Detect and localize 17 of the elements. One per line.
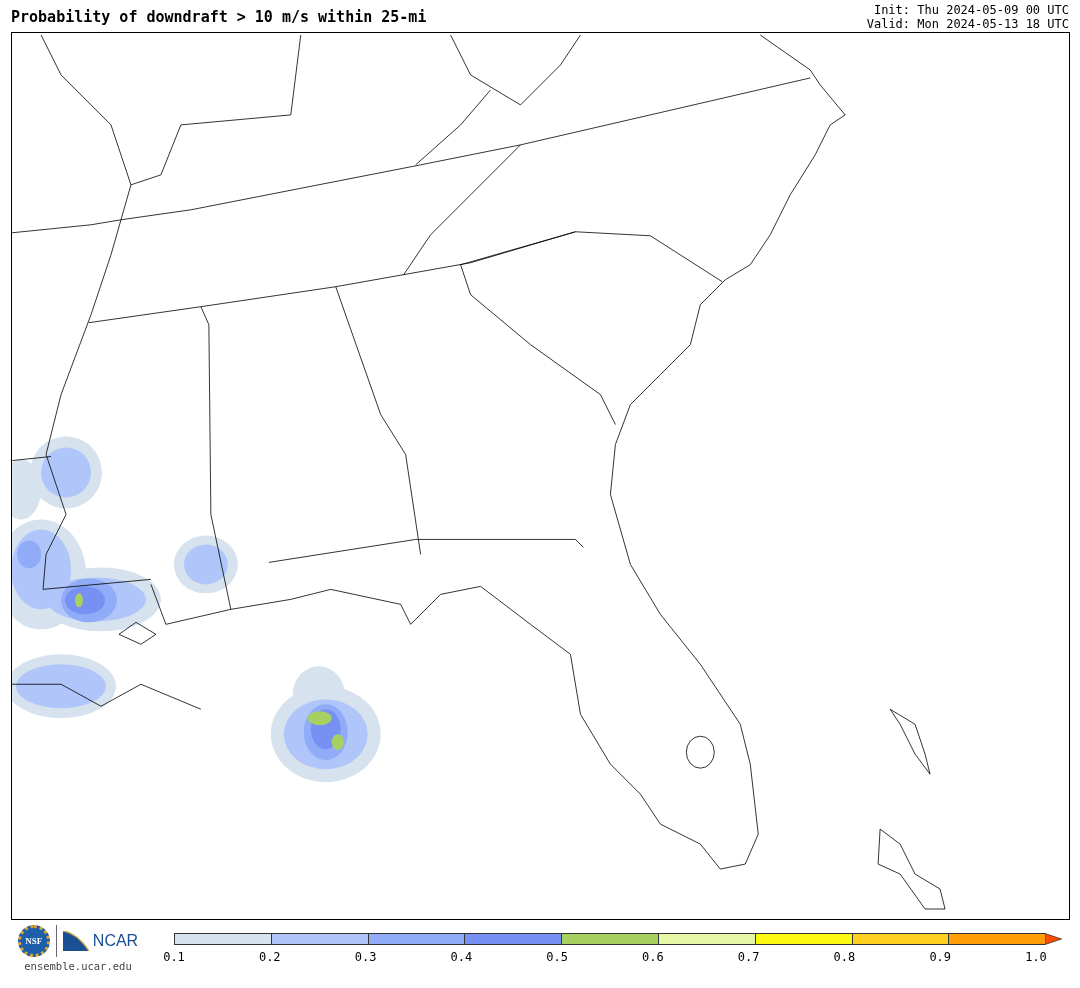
colorbar-tick-label: 0.3 [354, 950, 377, 964]
colorbar-tick-label: 1.0 [1025, 950, 1047, 964]
colorbar-tick-label: 0.5 [546, 950, 568, 964]
chart-title: Probability of downdraft > 10 m/s within 25-mi [11, 8, 427, 28]
colorbar-tick-label: 0.7 [737, 950, 760, 964]
colorbar-tick-label: 0.6 [642, 950, 664, 964]
colorbar-tick-label: 0.2 [258, 950, 281, 964]
colorbar-tick-label: 0.1 [163, 950, 185, 964]
wave-logo-icon [62, 931, 89, 951]
valid-time: Valid: Mon 2024-05-13 18 UTC [866, 17, 1069, 31]
site-url: ensemble.ucar.edu [24, 960, 132, 972]
colorbar-tick-label: 0.8 [833, 950, 856, 964]
colorbar-tick-label: 0.9 [929, 950, 952, 964]
init-time: Init: Thu 2024-05-09 00 UTC [872, 3, 1069, 17]
colorbar-tick-label: 0.4 [450, 950, 473, 964]
seal-logo: NSF [17, 925, 50, 957]
org-logo-text: NCAR [92, 932, 139, 950]
